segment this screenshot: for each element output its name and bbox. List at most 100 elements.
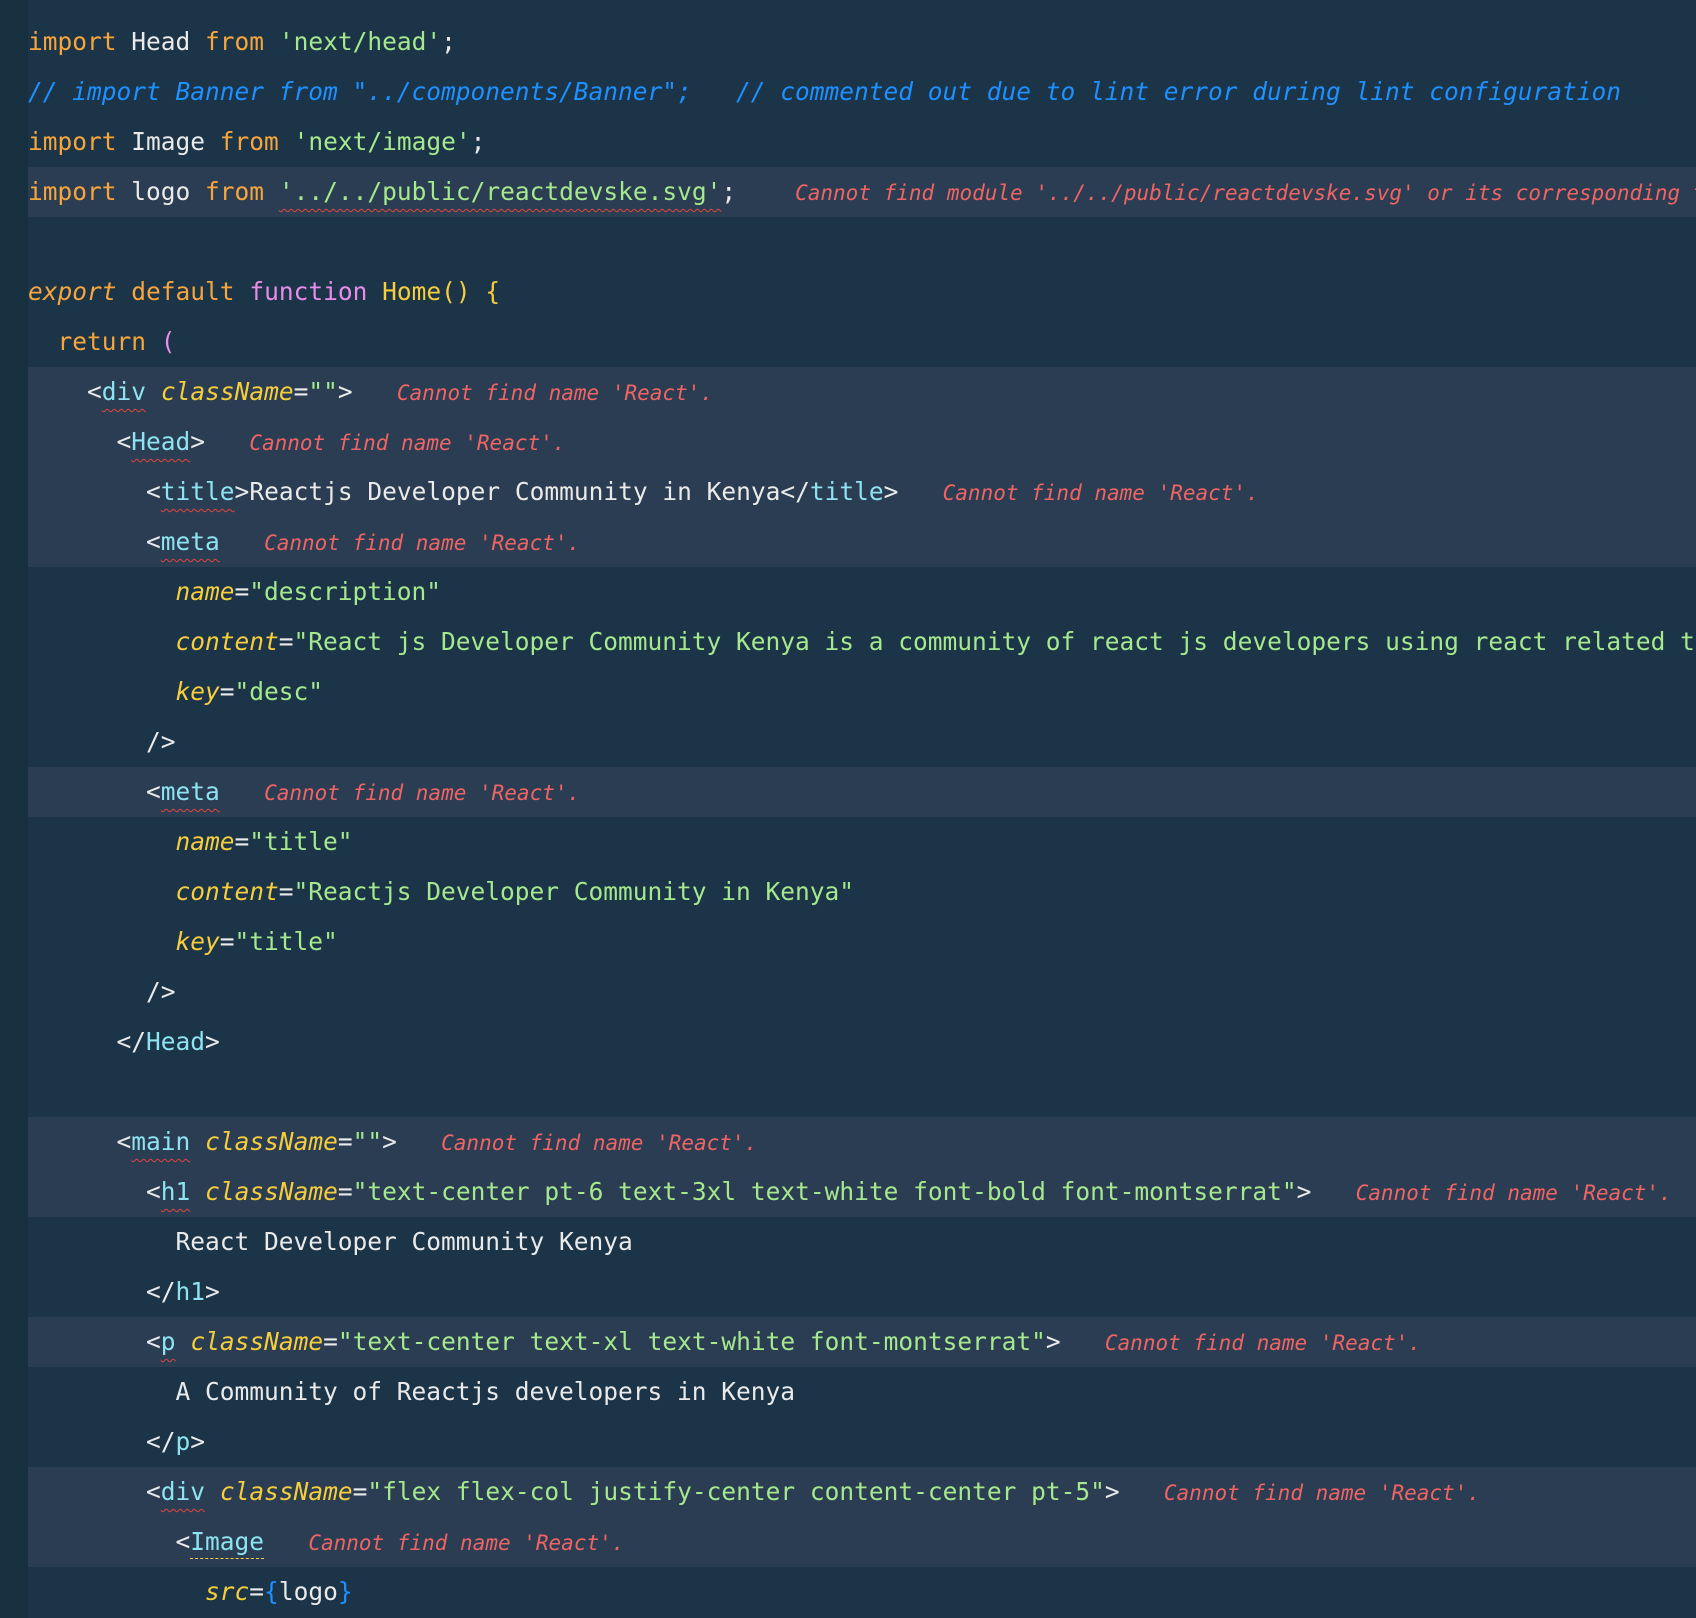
punctuation: ( bbox=[160, 327, 176, 356]
keyword: default bbox=[131, 277, 235, 306]
code-line[interactable]: import Image from 'next/image'; bbox=[28, 117, 1696, 167]
function-name: Home bbox=[382, 277, 442, 306]
code-line-error[interactable]: <title>Reactjs Developer Community in Ke… bbox=[28, 467, 1696, 517]
punctuation: < bbox=[146, 1477, 161, 1506]
punctuation: ; bbox=[721, 177, 737, 206]
code-line-error[interactable]: <div className=""> Cannot find name 'Rea… bbox=[28, 367, 1696, 417]
keyword: return bbox=[57, 327, 147, 356]
code-line[interactable]: src={logo} bbox=[28, 1567, 1696, 1617]
punctuation: = bbox=[249, 1577, 265, 1606]
string: 'next/image' bbox=[293, 127, 471, 156]
code-line[interactable]: content="React js Developer Community Ke… bbox=[28, 617, 1696, 667]
code-line[interactable] bbox=[28, 1067, 1696, 1117]
code-line-error[interactable]: <h1 className="text-center pt-6 text-3xl… bbox=[28, 1167, 1696, 1217]
comment: // import Banner from "../components/Ban… bbox=[28, 77, 1622, 106]
keyword: export bbox=[28, 277, 117, 306]
code-line[interactable]: </p> bbox=[28, 1417, 1696, 1467]
punctuation: /> bbox=[146, 727, 176, 756]
string: "Reactjs Developer Community in Kenya" bbox=[293, 877, 855, 906]
code-line[interactable]: content="Reactjs Developer Community in … bbox=[28, 867, 1696, 917]
jsx-tag: div bbox=[160, 1477, 206, 1506]
code-line[interactable]: key="title" bbox=[28, 917, 1696, 967]
punctuation: < bbox=[116, 427, 132, 456]
code-line[interactable] bbox=[28, 217, 1696, 267]
punctuation: ; bbox=[470, 127, 486, 156]
punctuation: = bbox=[219, 927, 235, 956]
jsx-attribute: name bbox=[175, 827, 235, 856]
punctuation: </ bbox=[146, 1427, 176, 1456]
jsx-attribute: content bbox=[175, 627, 279, 656]
punctuation: { bbox=[264, 1577, 279, 1606]
keyword: from bbox=[219, 127, 279, 156]
code-line[interactable]: </h1> bbox=[28, 1267, 1696, 1317]
jsx-tag: div bbox=[101, 377, 147, 406]
punctuation: > bbox=[205, 1277, 220, 1306]
punctuation: = bbox=[234, 827, 250, 856]
jsx-attribute: key bbox=[175, 677, 220, 706]
jsx-text: React Developer Community Kenya bbox=[175, 1227, 633, 1256]
keyword: from bbox=[205, 27, 265, 56]
string: '../../public/reactdevske.svg' bbox=[278, 177, 722, 206]
punctuation: = bbox=[352, 1477, 368, 1506]
code-editor[interactable]: import Head from 'next/head'; // import … bbox=[28, 17, 1696, 1617]
jsx-text: A Community of Reactjs developers in Ken… bbox=[175, 1377, 796, 1406]
code-line[interactable]: name="title" bbox=[28, 817, 1696, 867]
code-line-error[interactable]: <Image Cannot find name 'React'. bbox=[28, 1517, 1696, 1567]
punctuation: = bbox=[337, 1127, 353, 1156]
string: "" bbox=[308, 377, 338, 406]
punctuation: < bbox=[146, 527, 161, 556]
code-line-error[interactable]: import logo from '../../public/reactdevs… bbox=[28, 167, 1696, 217]
punctuation: > bbox=[234, 477, 250, 506]
code-line[interactable]: A Community of Reactjs developers in Ken… bbox=[28, 1367, 1696, 1417]
punctuation: = bbox=[219, 677, 235, 706]
jsx-tag: Head bbox=[131, 427, 191, 456]
keyword: import bbox=[28, 27, 117, 56]
punctuation: < bbox=[146, 477, 161, 506]
code-line-error[interactable]: <Head> Cannot find name 'React'. bbox=[28, 417, 1696, 467]
code-line-error[interactable]: <meta Cannot find name 'React'. bbox=[28, 517, 1696, 567]
code-line[interactable]: // import Banner from "../components/Ban… bbox=[28, 67, 1696, 117]
keyword: function bbox=[249, 277, 368, 306]
punctuation: () bbox=[441, 277, 471, 306]
punctuation: < bbox=[146, 1327, 161, 1356]
jsx-tag: h1 bbox=[160, 1177, 191, 1206]
punctuation: = bbox=[323, 1327, 338, 1356]
code-line[interactable]: /> bbox=[28, 967, 1696, 1017]
jsx-text: Reactjs Developer Community in Kenya bbox=[249, 477, 781, 506]
code-line[interactable]: /> bbox=[28, 717, 1696, 767]
punctuation: < bbox=[146, 777, 161, 806]
code-line[interactable]: key="desc" bbox=[28, 667, 1696, 717]
code-line[interactable]: </Head> bbox=[28, 1017, 1696, 1067]
punctuation: > bbox=[1296, 1177, 1312, 1206]
editor-gutter bbox=[0, 0, 28, 1618]
punctuation: = bbox=[293, 377, 309, 406]
jsx-attribute: name bbox=[175, 577, 235, 606]
code-line-error[interactable]: <meta Cannot find name 'React'. bbox=[28, 767, 1696, 817]
code-line[interactable]: return ( bbox=[28, 317, 1696, 367]
inline-diagnostic: Cannot find name 'React'. bbox=[942, 481, 1259, 505]
punctuation: } bbox=[337, 1577, 353, 1606]
inline-diagnostic: Cannot find name 'React'. bbox=[396, 381, 713, 405]
jsx-tag: meta bbox=[160, 527, 220, 556]
code-line-error[interactable]: <div className="flex flex-col justify-ce… bbox=[28, 1467, 1696, 1517]
punctuation: = bbox=[337, 1177, 353, 1206]
code-line-error[interactable]: <main className=""> Cannot find name 'Re… bbox=[28, 1117, 1696, 1167]
inline-diagnostic: Cannot find name 'React'. bbox=[249, 431, 566, 455]
keyword: import bbox=[28, 127, 117, 156]
punctuation: > bbox=[382, 1127, 397, 1156]
identifier: Head bbox=[116, 27, 206, 56]
code-line[interactable]: React Developer Community Kenya bbox=[28, 1217, 1696, 1267]
jsx-attribute: key bbox=[175, 927, 220, 956]
jsx-tag: h1 bbox=[175, 1277, 206, 1306]
jsx-attribute: className bbox=[205, 1177, 338, 1206]
code-line-error[interactable]: <p className="text-center text-xl text-w… bbox=[28, 1317, 1696, 1367]
code-line[interactable]: export default function Home() { bbox=[28, 267, 1696, 317]
string: "description" bbox=[249, 577, 442, 606]
punctuation: /> bbox=[146, 977, 176, 1006]
string: "text-center text-xl text-white font-mon… bbox=[337, 1327, 1046, 1356]
punctuation: < bbox=[146, 1177, 161, 1206]
jsx-tag: main bbox=[131, 1127, 191, 1156]
code-line[interactable]: import Head from 'next/head'; bbox=[28, 17, 1696, 67]
code-line[interactable]: name="description" bbox=[28, 567, 1696, 617]
jsx-tag: Image bbox=[190, 1527, 265, 1556]
